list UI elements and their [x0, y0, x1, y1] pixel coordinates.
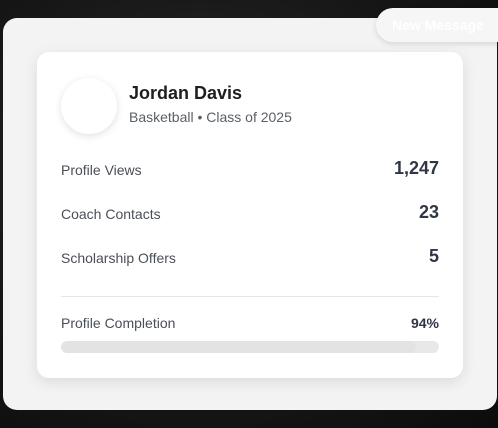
- stat-value: 5: [428, 246, 439, 266]
- completion-progress-bar: [61, 341, 439, 353]
- stat-label: Coach Contacts: [61, 206, 161, 222]
- completion-label: Profile Completion: [61, 315, 176, 331]
- stat-value: 23: [418, 202, 439, 222]
- stat-value: 1,247: [393, 158, 439, 178]
- stat-row-coach-contacts: Coach Contacts 23: [61, 202, 439, 226]
- completion-progress-fill: [61, 341, 417, 353]
- athlete-name: Jordan Davis: [129, 83, 243, 103]
- divider: [61, 296, 439, 297]
- athlete-subtitle: Basketball • Class of 2025: [129, 109, 292, 125]
- stat-label: Scholarship Offers: [61, 250, 176, 266]
- avatar[interactable]: [61, 78, 117, 134]
- completion-percent: 94%: [410, 315, 439, 331]
- profile-card: Jordan Davis Basketball • Class of 2025 …: [37, 52, 463, 378]
- stat-row-profile-views: Profile Views 1,247: [61, 158, 439, 182]
- new-message-button[interactable]: New Message: [376, 8, 498, 42]
- stat-label: Profile Views: [61, 162, 142, 178]
- stat-row-scholarship-offers: Scholarship Offers 5: [61, 246, 439, 270]
- new-message-label: New Message: [392, 17, 484, 33]
